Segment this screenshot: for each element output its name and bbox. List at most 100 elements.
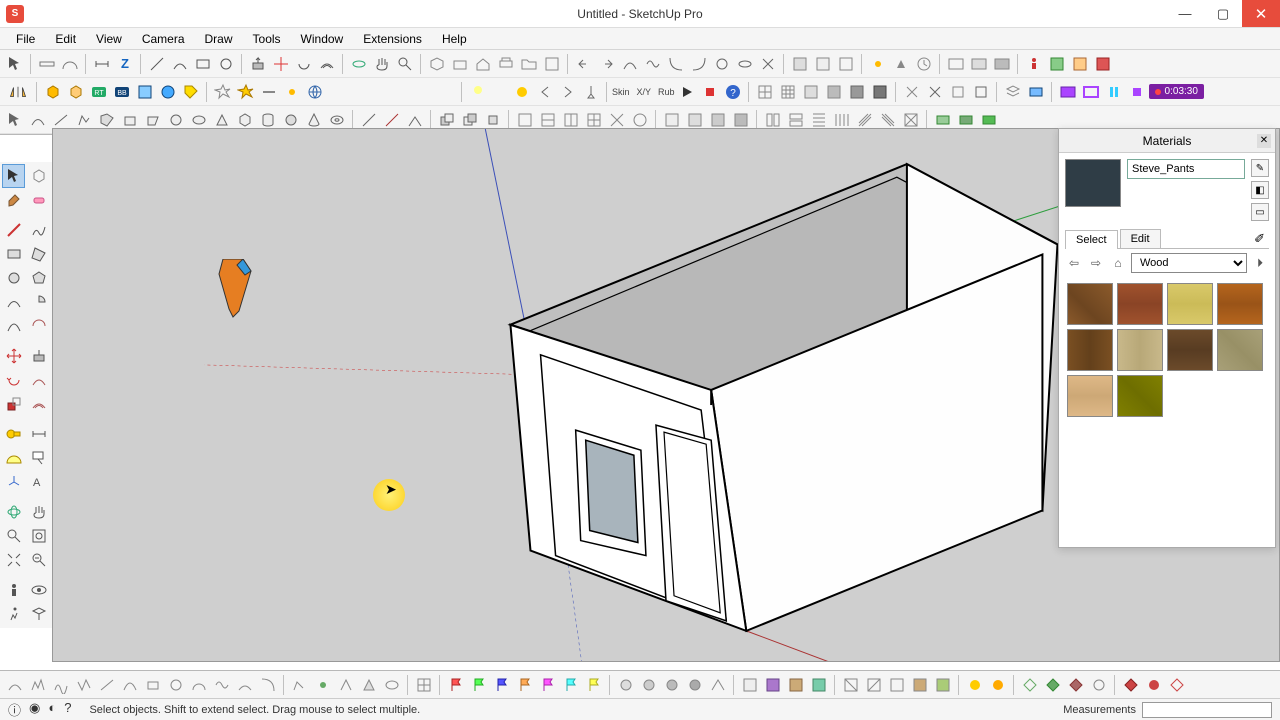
bt-t1-icon[interactable] [840, 674, 862, 696]
tool-pan-icon[interactable] [371, 53, 393, 75]
lt-rect-icon[interactable] [2, 242, 25, 266]
tool-style1-icon[interactable] [789, 53, 811, 75]
bt-flag2-icon[interactable] [468, 674, 490, 696]
swatch-wood-2[interactable] [1117, 283, 1163, 325]
material-create-button[interactable]: ✎ [1251, 159, 1269, 177]
materials-home-button[interactable]: ⌂ [1109, 254, 1127, 272]
lt-eraser-icon[interactable] [27, 188, 50, 212]
tool-x2-icon[interactable] [924, 81, 946, 103]
bt-10-icon[interactable] [211, 674, 233, 696]
lt-pushpull-icon[interactable] [27, 344, 50, 368]
tool-tex-icon[interactable] [134, 81, 156, 103]
tool-curve4-icon[interactable] [688, 53, 710, 75]
tool-protractor-icon[interactable] [59, 53, 81, 75]
bt-p2-icon[interactable] [762, 674, 784, 696]
tool-stop-icon[interactable] [699, 81, 721, 103]
bt-flag4-icon[interactable] [514, 674, 536, 696]
lt-section-icon[interactable] [27, 602, 50, 626]
tool-ball-y-icon[interactable] [511, 81, 533, 103]
tool-curve2-icon[interactable] [642, 53, 664, 75]
lt-dim-icon[interactable] [27, 422, 50, 446]
tool-tag-icon[interactable] [180, 81, 202, 103]
tool-curve1-icon[interactable] [619, 53, 641, 75]
maximize-button[interactable]: ▢ [1204, 0, 1242, 27]
lt-pie-icon[interactable] [27, 290, 50, 314]
lt-followme-icon[interactable] [27, 368, 50, 392]
tool-mirror-icon[interactable] [4, 81, 32, 103]
tool-rt-icon[interactable]: RT [88, 81, 110, 103]
menu-camera[interactable]: Camera [132, 30, 195, 48]
tool-grid5-icon[interactable] [846, 81, 868, 103]
materials-tab-select[interactable]: Select [1065, 230, 1118, 249]
swatch-wood-9[interactable] [1067, 375, 1113, 417]
tool-grid2-icon[interactable] [777, 81, 799, 103]
bt-t2-icon[interactable] [863, 674, 885, 696]
bt-11-icon[interactable] [234, 674, 256, 696]
tool-plugin3-icon[interactable] [1092, 53, 1114, 75]
swatch-wood-7[interactable] [1167, 329, 1213, 371]
tool-rectangle-icon[interactable] [192, 53, 214, 75]
lt-2arc-icon[interactable] [2, 314, 25, 338]
bt-flag3-icon[interactable] [491, 674, 513, 696]
bt-18-icon[interactable] [413, 674, 435, 696]
lt-prev-icon[interactable] [27, 548, 50, 572]
tool-pushpull-icon[interactable] [247, 53, 269, 75]
lt-tape-icon[interactable] [2, 422, 25, 446]
lt-offset-icon[interactable] [27, 392, 50, 416]
lt-look-icon[interactable] [27, 578, 50, 602]
tool-curve7-icon[interactable] [757, 53, 779, 75]
lt-paint-icon[interactable] [2, 188, 25, 212]
tool-grid1-icon[interactable] [754, 81, 776, 103]
bt-3-icon[interactable] [50, 674, 72, 696]
menu-extensions[interactable]: Extensions [353, 30, 432, 48]
tool-component-icon[interactable] [426, 53, 448, 75]
tool-render-icon[interactable] [1025, 81, 1047, 103]
tool-move-icon[interactable] [270, 53, 292, 75]
bt-p4-icon[interactable] [808, 674, 830, 696]
tool-rotate-icon[interactable] [293, 53, 315, 75]
bt-y1-icon[interactable] [964, 674, 986, 696]
tool-weld2-icon[interactable] [281, 81, 303, 103]
bt-8-icon[interactable] [165, 674, 187, 696]
menu-window[interactable]: Window [291, 30, 354, 48]
materials-tab-edit[interactable]: Edit [1120, 229, 1161, 248]
tool-style3-icon[interactable] [835, 53, 857, 75]
lt-select-icon[interactable] [2, 164, 25, 188]
bt-r2-icon[interactable] [1143, 674, 1165, 696]
menu-help[interactable]: Help [432, 30, 477, 48]
lt-orbit-icon[interactable] [2, 500, 25, 524]
minimize-button[interactable]: — [1166, 0, 1204, 27]
bt-9-icon[interactable] [188, 674, 210, 696]
lt-zoomext-icon[interactable] [2, 548, 25, 572]
bt-13-icon[interactable] [289, 674, 311, 696]
material-preview-swatch[interactable] [1065, 159, 1121, 207]
bt-d2-icon[interactable] [1042, 674, 1064, 696]
bt-c2-icon[interactable] [638, 674, 660, 696]
lt-protractor-icon[interactable] [2, 446, 25, 470]
materials-menu-button[interactable]: ⏵ [1251, 254, 1269, 272]
lt-zoom-icon[interactable] [2, 524, 25, 548]
lt-zoomwin-icon[interactable] [27, 524, 50, 548]
bt-7-icon[interactable] [142, 674, 164, 696]
close-button[interactable]: ✕ [1242, 0, 1280, 27]
menu-edit[interactable]: Edit [45, 30, 86, 48]
label-xy[interactable]: X/Y [637, 87, 652, 97]
tool-house-icon[interactable] [472, 53, 494, 75]
tool-cube1-icon[interactable] [42, 81, 64, 103]
swatch-wood-4[interactable] [1217, 283, 1263, 325]
tool-3dwarehouse-icon[interactable] [449, 53, 471, 75]
bt-flag1-icon[interactable] [445, 674, 467, 696]
lt-circle-icon[interactable] [2, 266, 25, 290]
tool-rec-pause-icon[interactable] [1103, 81, 1125, 103]
bt-y2-icon[interactable] [987, 674, 1009, 696]
lt-rotrect-icon[interactable] [27, 242, 50, 266]
swatch-wood-3[interactable] [1167, 283, 1213, 325]
tool-arc-icon[interactable] [169, 53, 191, 75]
tool-bb-icon[interactable]: BB [111, 81, 133, 103]
bt-c4-icon[interactable] [684, 674, 706, 696]
bt-flag6-icon[interactable] [560, 674, 582, 696]
bt-17-icon[interactable] [381, 674, 403, 696]
lt-component-icon[interactable] [27, 164, 50, 188]
tool-layers-icon[interactable] [1002, 81, 1024, 103]
lt-walk-icon[interactable] [2, 602, 25, 626]
